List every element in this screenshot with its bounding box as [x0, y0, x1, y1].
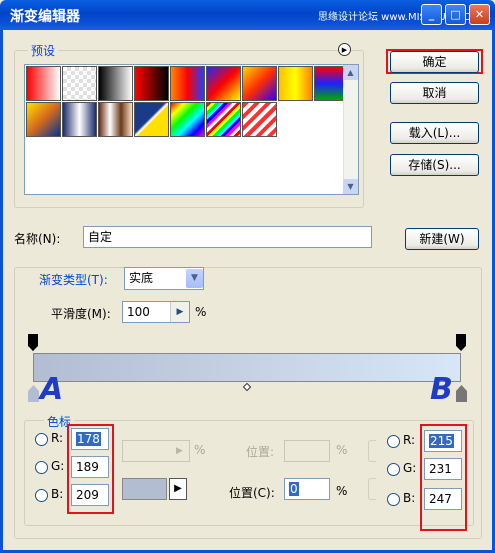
right-g-input[interactable]: 231 — [424, 458, 462, 480]
left-r-label: R: — [51, 431, 64, 445]
right-g-label: G: — [403, 461, 417, 475]
name-input[interactable]: 自定 — [83, 226, 372, 248]
right-r-input[interactable]: 215 — [424, 430, 462, 452]
smoothness-arrow-icon[interactable]: ▶ — [170, 302, 189, 322]
new-button[interactable]: 新建(W) — [405, 228, 479, 250]
right-b-label: B: — [403, 491, 416, 505]
left-g-radio[interactable] — [35, 461, 48, 474]
preset-swatch[interactable] — [206, 66, 241, 101]
preset-swatch[interactable] — [62, 66, 97, 101]
location-top-percent: % — [336, 443, 348, 457]
preset-swatches — [26, 66, 349, 141]
minimize-icon: _ — [428, 8, 435, 21]
preset-swatch[interactable] — [26, 66, 61, 101]
chevron-down-icon[interactable]: ▼ — [186, 269, 203, 288]
left-g-input[interactable]: 189 — [71, 456, 109, 478]
right-r-radio[interactable] — [387, 435, 400, 448]
opacity-arrow-icon: ▶ — [176, 446, 183, 456]
annotation-b: B — [430, 372, 453, 407]
preset-swatch[interactable] — [278, 66, 313, 101]
right-b-input[interactable]: 247 — [424, 488, 462, 510]
left-b-input[interactable]: 209 — [71, 484, 109, 506]
preset-swatch[interactable] — [134, 102, 169, 137]
load-button[interactable]: 载入(L)... — [390, 122, 479, 144]
minimize-button[interactable]: _ — [421, 4, 442, 25]
close-button[interactable]: ✕ — [469, 4, 490, 25]
presets-menu-icon[interactable]: ▶ — [338, 43, 351, 56]
presets-legend: 预设 — [28, 42, 59, 59]
left-r-input[interactable]: 178 — [71, 428, 109, 450]
preset-swatch[interactable] — [26, 102, 61, 137]
window-title: 渐变编辑器 — [10, 9, 80, 25]
preset-swatch[interactable] — [170, 102, 205, 137]
location-label: 位置(C): — [229, 486, 275, 500]
stop-color-swatch[interactable] — [122, 478, 167, 500]
location-top-label: 位置: — [246, 445, 275, 459]
close-icon: ✕ — [474, 8, 485, 21]
ok-button[interactable]: 确定 — [390, 51, 479, 73]
save-button[interactable]: 存储(S)... — [390, 154, 479, 176]
right-r-label: R: — [403, 433, 416, 447]
location-input[interactable]: 0 — [284, 478, 330, 500]
right-g-radio[interactable] — [387, 463, 400, 476]
preset-swatch[interactable] — [242, 102, 277, 137]
smoothness-percent: % — [195, 305, 207, 319]
maximize-icon: □ — [450, 8, 461, 21]
left-g-label: G: — [51, 459, 65, 473]
scroll-up-icon[interactable]: ▲ — [343, 65, 358, 80]
cancel-button[interactable]: 取消 — [390, 82, 479, 104]
name-label: 名称(N): — [14, 232, 61, 246]
delete-button — [368, 478, 376, 500]
preset-swatch[interactable] — [134, 66, 169, 101]
smoothness-label: 平滑度(M): — [51, 307, 111, 321]
annotation-a: A — [40, 372, 64, 407]
maximize-button[interactable]: □ — [445, 4, 466, 25]
left-b-label: B: — [51, 487, 64, 501]
opacity-percent: % — [194, 443, 206, 457]
left-b-radio[interactable] — [35, 489, 48, 502]
scroll-down-icon[interactable]: ▼ — [343, 179, 358, 194]
gradient-preview-bar[interactable] — [33, 353, 461, 382]
preset-swatch[interactable] — [242, 66, 277, 101]
location-percent: % — [336, 484, 348, 498]
preset-swatch[interactable] — [62, 102, 97, 137]
gradient-type-label: 渐变类型(T): — [36, 271, 111, 288]
preset-swatch[interactable] — [206, 102, 241, 137]
left-r-radio[interactable] — [35, 433, 48, 446]
presets-scrollbar[interactable] — [343, 65, 358, 194]
location-top-input — [284, 440, 330, 462]
preset-swatch[interactable] — [98, 102, 133, 137]
preset-swatch[interactable] — [170, 66, 205, 101]
color-menu-arrow-icon[interactable]: ▶ — [169, 478, 187, 500]
preset-swatch[interactable] — [98, 66, 133, 101]
delete-button-top — [368, 440, 376, 462]
right-b-radio[interactable] — [387, 493, 400, 506]
